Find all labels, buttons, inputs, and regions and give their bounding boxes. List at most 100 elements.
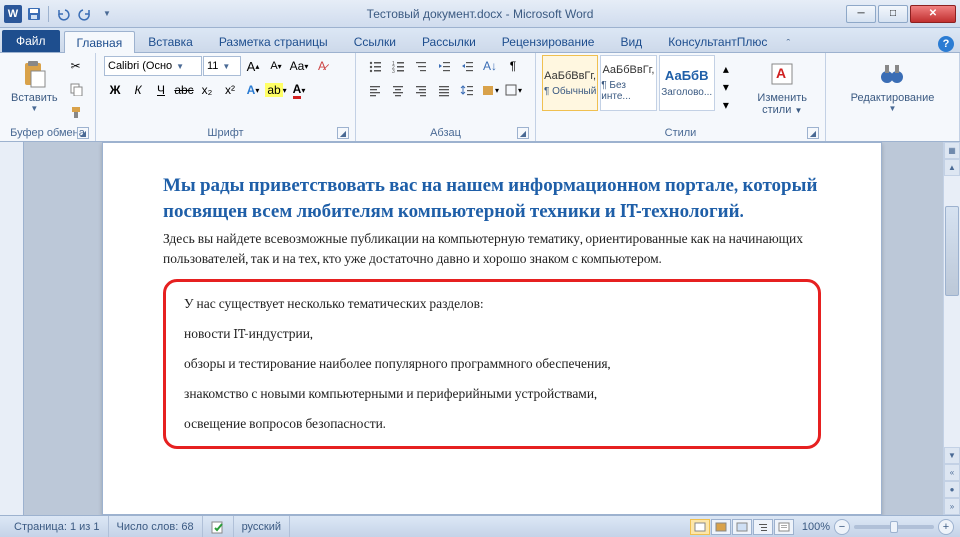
tab-consultant[interactable]: КонсультантПлюс xyxy=(655,30,780,52)
scroll-track[interactable] xyxy=(944,176,960,447)
align-right-icon[interactable] xyxy=(410,79,432,101)
document-paragraph[interactable]: Здесь вы найдете всевозможные публикации… xyxy=(163,230,821,269)
app-icon[interactable]: W xyxy=(4,5,22,23)
document-heading[interactable]: Мы рады приветствовать вас на нашем инфо… xyxy=(163,173,821,224)
strike-button[interactable]: abc xyxy=(173,79,195,101)
redo-icon[interactable] xyxy=(75,4,95,24)
view-outline-icon[interactable] xyxy=(753,519,773,535)
undo-icon[interactable] xyxy=(53,4,73,24)
style-normal[interactable]: АаБбВвГг, ¶ Обычный xyxy=(542,55,598,111)
align-left-icon[interactable] xyxy=(364,79,386,101)
bold-button[interactable]: Ж xyxy=(104,79,126,101)
paste-button[interactable]: Вставить ▼ xyxy=(6,55,63,116)
status-proofing[interactable] xyxy=(203,516,234,537)
file-tab[interactable]: Файл xyxy=(2,30,60,52)
copy-icon[interactable] xyxy=(65,78,87,100)
zoom-in-button[interactable]: + xyxy=(938,519,954,535)
clipboard-dialog-launcher[interactable]: ◢ xyxy=(77,127,89,139)
window-controls: ─ □ ✕ xyxy=(844,5,956,23)
prev-page-icon[interactable]: « xyxy=(944,464,960,481)
tab-page-layout[interactable]: Разметка страницы xyxy=(206,30,341,52)
change-case-icon[interactable]: Aa▾ xyxy=(288,55,310,77)
superscript-button[interactable]: x² xyxy=(219,79,241,101)
font-size-combo[interactable]: 11▼ xyxy=(203,56,241,76)
font-color-icon[interactable]: A▾ xyxy=(288,79,310,101)
format-painter-icon[interactable] xyxy=(65,101,87,123)
align-center-icon[interactable] xyxy=(387,79,409,101)
framed-line[interactable]: знакомство с новыми компьютерными и пери… xyxy=(184,386,800,402)
numbering-icon[interactable]: 123 xyxy=(387,55,409,77)
qat-customize-icon[interactable]: ▼ xyxy=(97,4,117,24)
zoom-slider[interactable] xyxy=(854,525,934,529)
minimize-ribbon-icon[interactable]: ˆ xyxy=(780,36,796,52)
view-fullscreen-icon[interactable] xyxy=(711,519,731,535)
maximize-button[interactable]: □ xyxy=(878,5,908,23)
tab-view[interactable]: Вид xyxy=(607,30,655,52)
line-spacing-icon[interactable] xyxy=(456,79,478,101)
cut-icon[interactable]: ✂ xyxy=(65,55,87,77)
zoom-knob[interactable] xyxy=(890,521,898,533)
view-web-icon[interactable] xyxy=(732,519,752,535)
next-page-icon[interactable]: » xyxy=(944,498,960,515)
style-scroll-up[interactable]: ▴ xyxy=(719,61,733,78)
zoom-out-button[interactable]: − xyxy=(834,519,850,535)
ruler-toggle-icon[interactable]: ▦ xyxy=(944,142,960,159)
framed-line[interactable]: У нас существует несколько тематических … xyxy=(184,296,800,312)
shading-icon[interactable]: ▾ xyxy=(479,79,501,101)
style-preview: АаБбВ xyxy=(665,68,709,83)
help-icon[interactable]: ? xyxy=(938,36,954,52)
style-scroll-down[interactable]: ▾ xyxy=(719,79,733,96)
tab-review[interactable]: Рецензирование xyxy=(489,30,608,52)
styles-dialog-launcher[interactable]: ◢ xyxy=(807,127,819,139)
tab-insert[interactable]: Вставка xyxy=(135,30,206,52)
borders-icon[interactable]: ▾ xyxy=(502,79,524,101)
tab-references[interactable]: Ссылки xyxy=(341,30,409,52)
save-icon[interactable] xyxy=(24,4,44,24)
vertical-ruler[interactable] xyxy=(0,142,24,515)
shrink-font-icon[interactable]: A▾ xyxy=(265,55,287,77)
view-draft-icon[interactable] xyxy=(774,519,794,535)
style-no-spacing[interactable]: АаБбВвГг, ¶ Без инте... xyxy=(600,55,656,111)
underline-button[interactable]: Ч xyxy=(150,79,172,101)
framed-block[interactable]: У нас существует несколько тематических … xyxy=(163,279,821,449)
binoculars-icon xyxy=(876,58,908,90)
style-more[interactable]: ▾ xyxy=(719,97,733,114)
decrease-indent-icon[interactable] xyxy=(433,55,455,77)
page[interactable]: Мы рады приветствовать вас на нашем инфо… xyxy=(102,142,882,515)
framed-line[interactable]: новости IT-индустрии, xyxy=(184,326,800,342)
browse-object-icon[interactable]: ● xyxy=(944,481,960,498)
subscript-button[interactable]: x₂ xyxy=(196,79,218,101)
scroll-thumb[interactable] xyxy=(945,206,959,296)
font-dialog-launcher[interactable]: ◢ xyxy=(337,127,349,139)
style-heading1[interactable]: АаБбВ Заголово... xyxy=(659,55,715,111)
status-page[interactable]: Страница: 1 из 1 xyxy=(6,516,109,537)
scroll-up-icon[interactable]: ▲ xyxy=(944,159,960,176)
show-marks-icon[interactable]: ¶ xyxy=(502,55,524,77)
change-styles-button[interactable]: A Изменить стили ▼ xyxy=(738,55,827,119)
scroll-down-icon[interactable]: ▼ xyxy=(944,447,960,464)
tab-home[interactable]: Главная xyxy=(64,31,136,53)
minimize-button[interactable]: ─ xyxy=(846,5,876,23)
framed-line[interactable]: освещение вопросов безопасности. xyxy=(184,416,800,432)
status-language[interactable]: русский xyxy=(234,516,290,537)
sort-icon[interactable]: A↓ xyxy=(479,55,501,77)
highlight-icon[interactable]: ab▾ xyxy=(265,79,287,101)
italic-button[interactable]: К xyxy=(127,79,149,101)
framed-line[interactable]: обзоры и тестирование наиболее популярно… xyxy=(184,356,800,372)
find-button[interactable]: Редактирование ▼ xyxy=(846,55,940,116)
vertical-scrollbar[interactable]: ▦ ▲ ▼ « ● » xyxy=(943,142,960,515)
status-words[interactable]: Число слов: 68 xyxy=(109,516,203,537)
zoom-value[interactable]: 100% xyxy=(802,521,830,533)
close-button[interactable]: ✕ xyxy=(910,5,956,23)
multilevel-icon[interactable] xyxy=(410,55,432,77)
paragraph-dialog-launcher[interactable]: ◢ xyxy=(517,127,529,139)
justify-icon[interactable] xyxy=(433,79,455,101)
bullets-icon[interactable] xyxy=(364,55,386,77)
grow-font-icon[interactable]: A▴ xyxy=(242,55,264,77)
view-print-layout-icon[interactable] xyxy=(690,519,710,535)
increase-indent-icon[interactable] xyxy=(456,55,478,77)
tab-mailings[interactable]: Рассылки xyxy=(409,30,489,52)
text-effects-icon[interactable]: A▾ xyxy=(242,79,264,101)
font-name-combo[interactable]: Calibri (Осно▼ xyxy=(104,56,202,76)
clear-format-icon[interactable]: A̷ xyxy=(311,55,333,77)
